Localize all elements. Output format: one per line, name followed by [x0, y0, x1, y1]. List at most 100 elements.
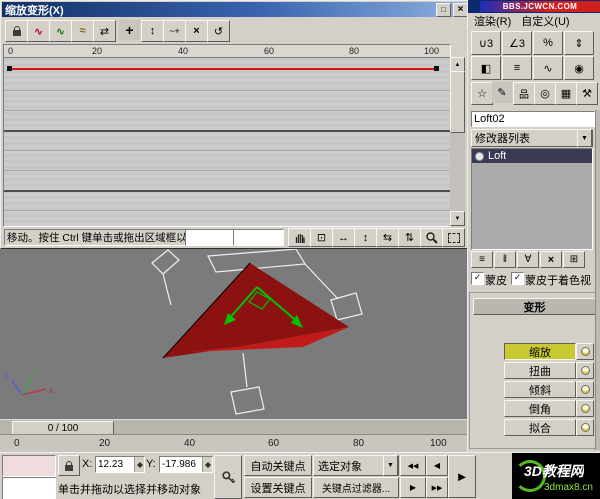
zoom-vertical-extents-button[interactable]: ↕	[354, 228, 377, 247]
pan-button[interactable]	[288, 228, 311, 247]
go-to-end-button[interactable]: ▶▶	[426, 477, 448, 498]
tab-utilities[interactable]: ⚒	[576, 82, 598, 105]
display-x-axis-button[interactable]: ∿	[27, 20, 50, 42]
grid-line-major	[4, 130, 450, 132]
scale-deformation-button[interactable]: 缩放	[504, 343, 576, 360]
maxscript-mini-listener[interactable]	[2, 477, 56, 499]
previous-frame-button[interactable]: ◀	[426, 455, 448, 476]
twist-deformation-button[interactable]: 扭曲	[504, 362, 576, 379]
curve-editor-icon[interactable]: ∿	[533, 56, 563, 80]
menu-rendering[interactable]: 渲染(R)	[474, 13, 511, 29]
perspective-viewport[interactable]: x y z	[0, 247, 467, 419]
menu-customize[interactable]: 自定义(U)	[521, 13, 569, 29]
stack-item-loft[interactable]: Loft	[472, 149, 592, 163]
twist-deformation-bulb-button[interactable]	[576, 362, 594, 379]
make-unique-icon[interactable]: ∀	[517, 251, 539, 268]
curve-control-point[interactable]	[7, 66, 12, 71]
control-point-x-field[interactable]	[185, 229, 236, 246]
configure-modifier-sets-icon[interactable]: ⊞	[563, 251, 585, 268]
modifier-list-dropdown[interactable]: 修改器列表 ▼	[471, 129, 593, 147]
selection-set-dropdown[interactable]: 选定对象 ▼	[313, 455, 399, 476]
y-coordinate-value: -17.986	[162, 459, 196, 470]
key-filters-button[interactable]: 关键点过滤器...	[313, 477, 399, 498]
dropdown-arrow-icon[interactable]: ▼	[577, 129, 592, 147]
display-xy-axes-button[interactable]: ≈	[71, 20, 94, 42]
modifier-stack[interactable]: Loft	[471, 148, 593, 250]
pin-stack-icon[interactable]: ≡	[471, 251, 493, 268]
grid-line	[4, 210, 450, 211]
scroll-up-icon[interactable]: ▲	[450, 57, 465, 72]
close-button[interactable]: ×	[453, 2, 468, 17]
tab-display[interactable]: ▦	[555, 82, 577, 105]
swap-deform-curves-button[interactable]: ⇄	[93, 20, 116, 42]
deformations-rollout-header[interactable]: 变形	[473, 298, 596, 315]
snap-toggle-icon[interactable]: ∪3	[471, 31, 501, 55]
curve-control-point[interactable]	[434, 66, 439, 71]
light-bulb-icon[interactable]	[475, 151, 484, 161]
maxscript-mini-listener-macro[interactable]	[2, 455, 56, 477]
material-editor-icon[interactable]: ◉	[564, 56, 594, 80]
loft-object-red-face[interactable]	[163, 263, 349, 358]
teeter-deformation-button[interactable]: 倾斜	[504, 381, 576, 398]
insert-corner-point-button[interactable]: ~+	[163, 20, 186, 42]
scale-deformation-curve[interactable]	[9, 68, 437, 70]
angle-snap-icon[interactable]: ∠3	[502, 31, 532, 55]
bevel-deformation-bulb-button[interactable]	[576, 400, 594, 417]
auto-key-button[interactable]: 自动关键点	[244, 455, 312, 476]
time-slider-track[interactable]: 0 / 100	[0, 419, 467, 435]
next-frame-button[interactable]: ▶	[400, 477, 426, 498]
forum-watermark-banner: BBS.JCWCN.COM	[480, 1, 600, 12]
show-end-result-icon[interactable]: ‖	[494, 251, 516, 268]
x-coordinate-field[interactable]: 12.23	[95, 456, 145, 473]
scale-deformation-bulb-button[interactable]	[576, 343, 594, 360]
tab-modify[interactable]: ✎	[492, 82, 512, 103]
play-animation-button[interactable]: ►	[448, 455, 476, 498]
time-slider[interactable]: 0 / 100	[12, 421, 114, 435]
bev-deformation-button[interactable]: 倒角	[504, 400, 576, 417]
spinner-snap-icon[interactable]: ⇕	[564, 31, 594, 55]
delete-control-point-button[interactable]: ×	[185, 20, 208, 42]
tab-hierarchy[interactable]: 品	[513, 82, 535, 105]
x-spinner[interactable]	[134, 457, 144, 472]
reset-curve-button[interactable]: ↺	[207, 20, 230, 42]
skin-checkbox[interactable]: ✓	[471, 272, 484, 285]
fit-deformation-button[interactable]: 拟合	[504, 419, 576, 436]
teeter-deformation-bulb-button[interactable]	[576, 381, 594, 398]
y-spinner[interactable]	[202, 457, 212, 472]
go-to-start-button[interactable]: ◀◀	[400, 455, 426, 476]
make-symmetrical-button[interactable]	[5, 20, 28, 42]
dropdown-arrow-icon[interactable]: ▼	[383, 455, 398, 476]
tab-motion[interactable]: ◎	[534, 82, 556, 105]
zoom-horizontally-button[interactable]: ⇆	[376, 228, 399, 247]
panel-scrollbar[interactable]	[595, 110, 600, 450]
remove-modifier-icon[interactable]: ×	[540, 251, 562, 268]
control-point-y-field[interactable]	[233, 229, 284, 246]
zoom-button[interactable]	[420, 228, 443, 247]
fit-deformation-bulb-button[interactable]	[576, 419, 594, 436]
skin-shaded-checkbox[interactable]: ✓	[511, 272, 524, 285]
deformation-graph[interactable]	[3, 57, 451, 227]
lock-selection-toggle[interactable]	[58, 455, 80, 476]
mirror-icon[interactable]: ◧	[471, 56, 501, 80]
scale-control-point-button[interactable]: ↕	[141, 20, 164, 42]
percent-snap-icon[interactable]: %	[533, 31, 563, 55]
y-coordinate-field[interactable]: -17.986	[159, 456, 213, 473]
loft-object[interactable]	[162, 262, 349, 359]
zoom-vertically-button[interactable]: ⇅	[398, 228, 421, 247]
zoom-horizontal-extents-button[interactable]: ↔	[332, 228, 355, 247]
tab-create[interactable]: ☆	[471, 82, 493, 105]
scrollbar-thumb[interactable]	[450, 71, 465, 133]
set-key-button[interactable]: 设置关键点	[244, 477, 312, 498]
object-name-field[interactable]: Loft02	[471, 111, 595, 127]
track-bar[interactable]: 0 20 40 60 80 100	[0, 434, 467, 454]
x-coordinate-label: X:	[82, 458, 93, 470]
align-icon[interactable]: ≡	[502, 56, 532, 80]
display-y-axis-button[interactable]: ∿	[49, 20, 72, 42]
dialog-titlebar[interactable]: 缩放变形(X) □ ×	[2, 2, 471, 17]
maximize-button[interactable]: □	[436, 2, 451, 17]
move-control-point-button[interactable]: +	[119, 20, 140, 40]
scroll-down-icon[interactable]: ▼	[450, 211, 465, 226]
zoom-region-button[interactable]	[442, 228, 465, 247]
graph-vertical-scrollbar[interactable]: ▲ ▼	[450, 57, 465, 226]
zoom-extents-button[interactable]: ⊡	[310, 228, 333, 247]
